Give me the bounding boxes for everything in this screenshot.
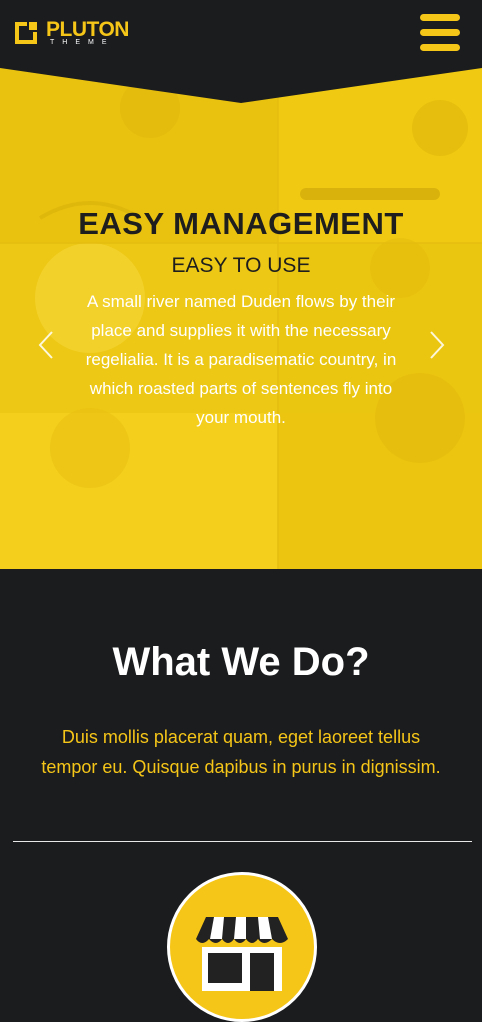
- section-description: Duis mollis placerat quam, eget laoreet …: [41, 727, 441, 777]
- hamburger-menu-icon[interactable]: [420, 14, 460, 52]
- logo-mark-icon: [15, 22, 37, 44]
- logo-subtitle: THEME: [50, 39, 115, 46]
- section-title: What We Do?: [112, 640, 370, 684]
- hero-title: EASY MANAGEMENT: [78, 206, 404, 241]
- store-icon: [196, 917, 288, 991]
- chevron-right-icon[interactable]: [428, 330, 446, 360]
- hero-description: A small river named Duden flows by their…: [85, 292, 397, 427]
- chevron-left-icon[interactable]: [37, 330, 55, 360]
- hero-top-notch: [0, 68, 482, 103]
- site-header: PLUTON THEME: [0, 0, 482, 68]
- service-icon-circle[interactable]: [167, 872, 317, 1022]
- divider: [13, 841, 472, 842]
- logo[interactable]: PLUTON THEME: [13, 18, 153, 50]
- hero-slider: EASY MANAGEMENT EASY TO USE A small rive…: [0, 68, 482, 569]
- hero-subtitle: EASY TO USE: [171, 254, 311, 277]
